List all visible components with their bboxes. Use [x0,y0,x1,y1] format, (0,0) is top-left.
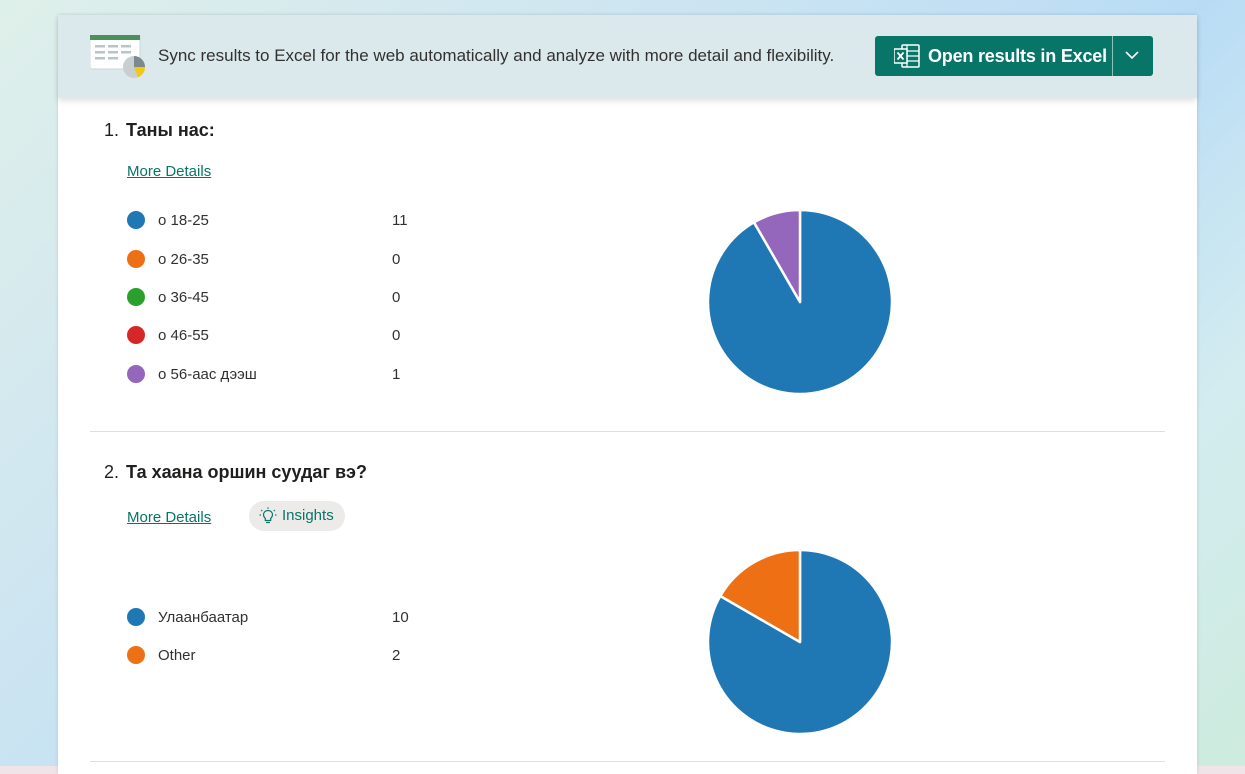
chevron-down-icon[interactable] [1125,50,1139,60]
legend-label: о 18-25 [158,212,209,229]
button-divider [1112,36,1113,76]
question-2-text: Та хаана оршин суудаг вэ? [126,462,367,482]
excel-icon [894,44,920,68]
legend-item: о 36-45 0 [127,287,427,307]
legend-label: Улаанбаатар [158,609,249,626]
excel-sync-banner: Sync results to Excel for the web automa… [58,15,1197,98]
open-results-in-excel-label: Open results in Excel [928,46,1107,66]
question-separator [90,431,1165,432]
legend-count: 0 [392,289,401,306]
insights-label: Insights [282,507,334,524]
legend-count: 0 [392,327,401,344]
question-1-pie-chart [706,208,894,396]
legend-label: о 26-35 [158,251,209,268]
legend-swatch [127,608,145,626]
legend-label: о 56-аас дээш [158,366,257,383]
legend-item: о 46-55 0 [127,325,427,345]
banner-message: Sync results to Excel for the web automa… [158,46,835,65]
legend-swatch [127,288,145,306]
question-1-title: 1. Таны нас: [104,120,215,141]
legend-item: о 18-25 11 [127,210,427,230]
question-1-number: 1. [104,120,120,140]
lightbulb-icon [259,507,277,524]
question-2-pie-chart [706,548,894,736]
insights-button[interactable]: Insights [249,501,345,531]
legend-item: Other 2 [127,645,427,665]
legend-label: о 46-55 [158,327,209,344]
question-1-text: Таны нас: [126,120,215,140]
legend-item: Улаанбаатар 10 [127,607,427,627]
legend-item: о 56-аас дээш 1 [127,364,427,384]
question-1-more-details-link[interactable]: More Details [127,163,211,180]
legend-swatch [127,646,145,664]
question-2-more-details-link[interactable]: More Details [127,509,211,526]
open-results-in-excel-button[interactable]: Open results in Excel [875,36,1153,76]
legend-count: 10 [392,609,409,626]
legend-swatch [127,211,145,229]
question-2-number: 2. [104,462,120,482]
legend-swatch [127,365,145,383]
legend-count: 0 [392,251,401,268]
legend-label: о 36-45 [158,289,209,306]
spreadsheet-illustration-icon [90,35,146,78]
legend-count: 2 [392,647,401,664]
legend-swatch [127,250,145,268]
legend-swatch [127,326,145,344]
results-card: Sync results to Excel for the web automa… [58,15,1197,774]
question-2-title: 2. Та хаана оршин суудаг вэ? [104,462,367,483]
legend-item: о 26-35 0 [127,249,427,269]
question-separator [90,761,1165,762]
legend-count: 1 [392,366,401,383]
legend-label: Other [158,647,196,664]
legend-count: 11 [392,212,408,229]
